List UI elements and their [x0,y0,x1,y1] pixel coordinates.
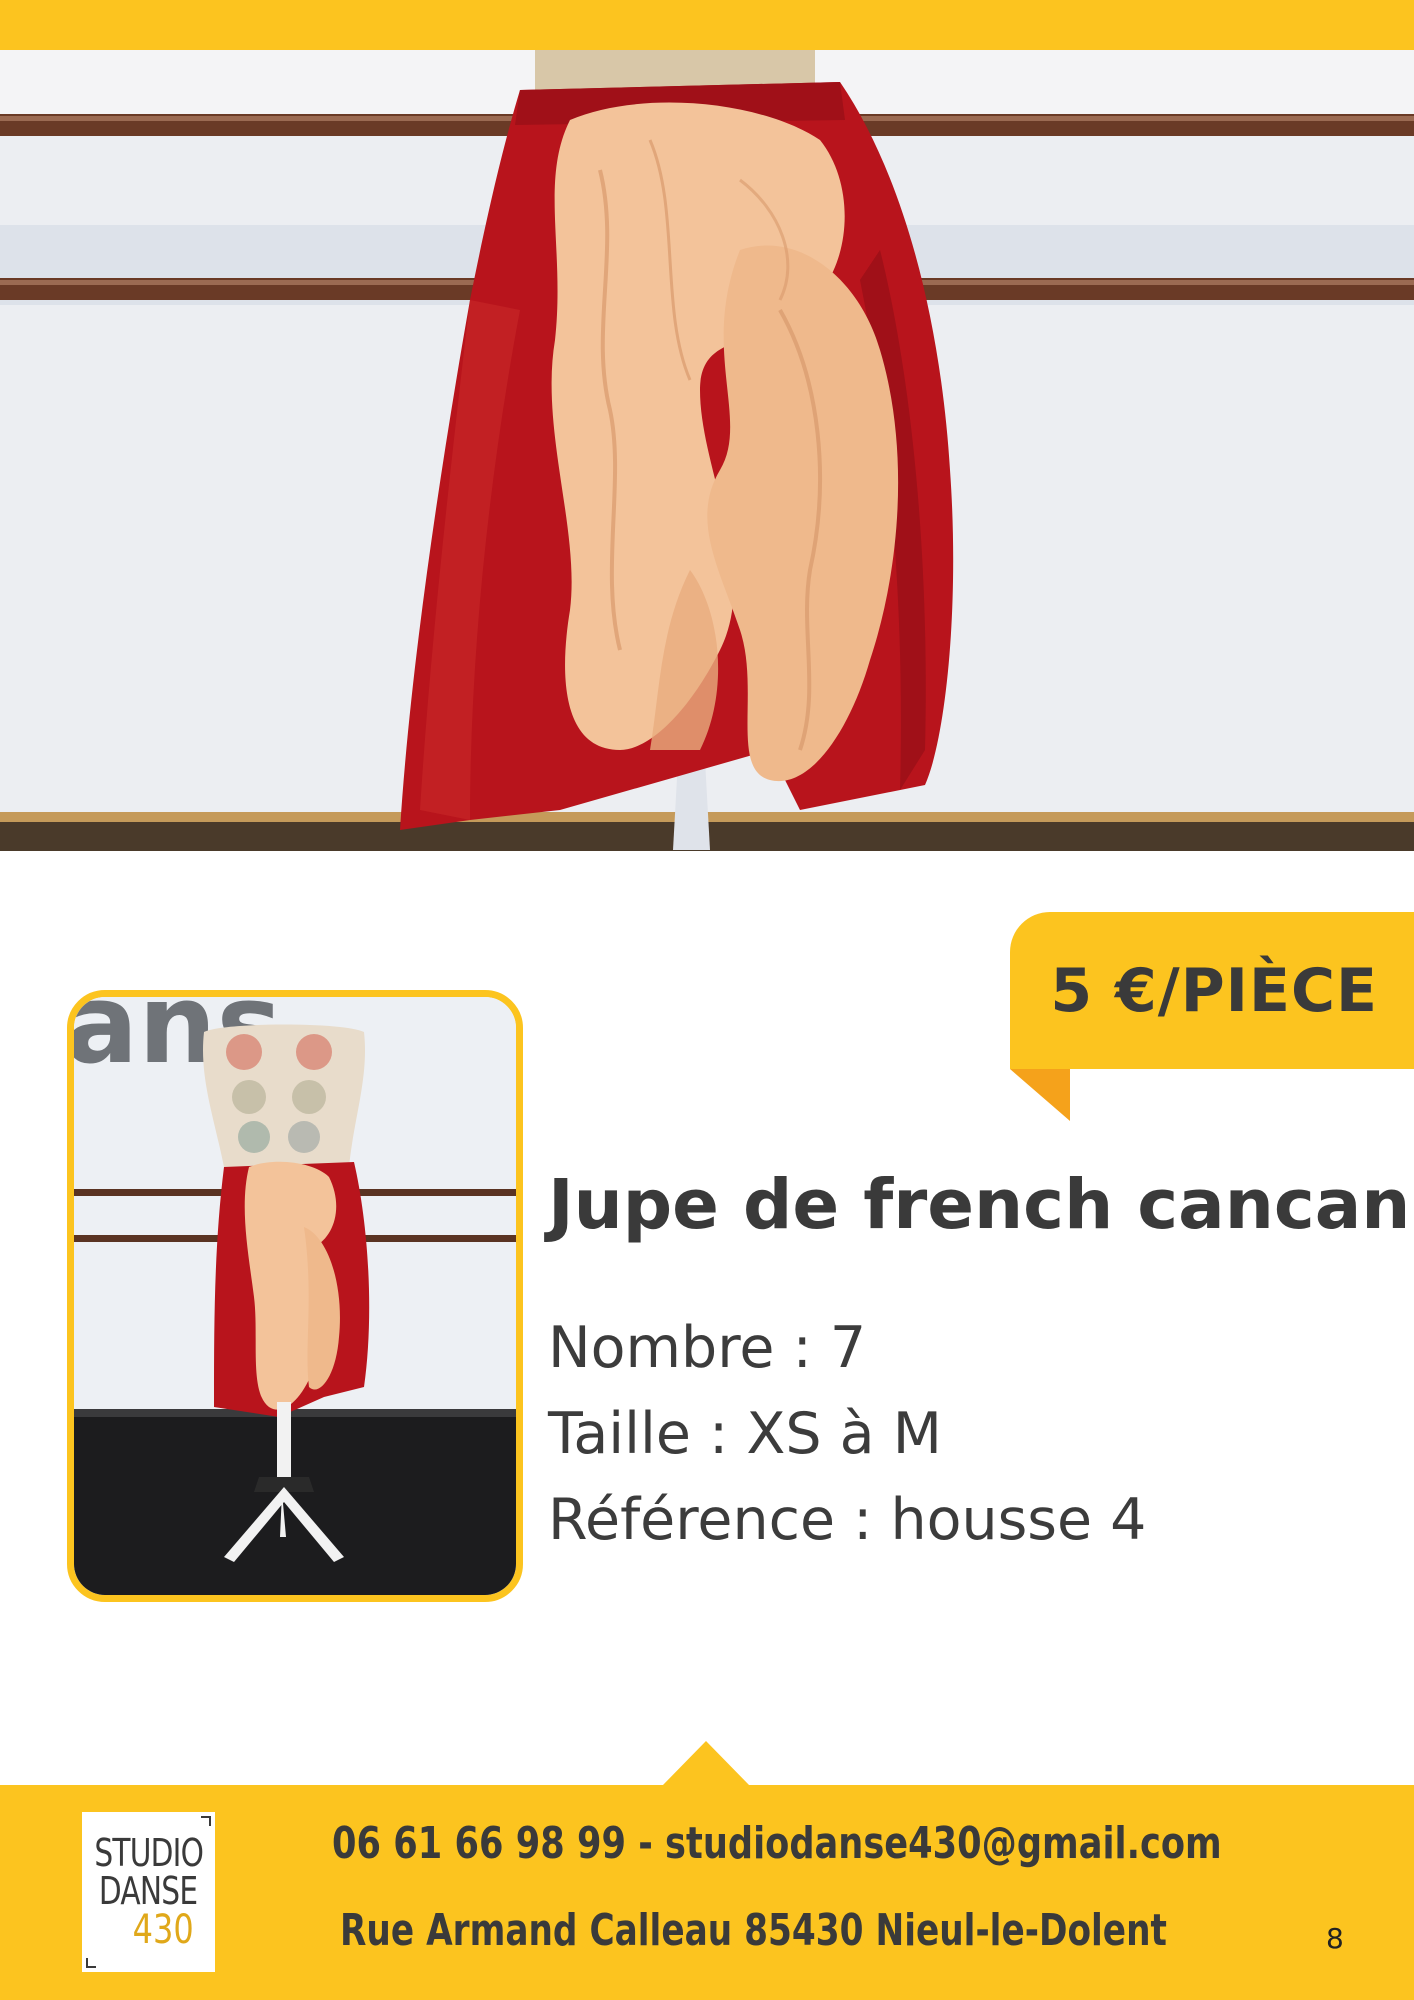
logo-corner-mark [201,1816,211,1826]
top-accent-bar [0,0,1414,50]
quantity-line: Nombre : 7 [548,1315,867,1381]
logo-line-number: 430 [132,1907,194,1953]
studio-logo: STUDIO DANSE 430 [82,1812,215,1972]
contact-line: 06 61 66 98 99 - studiodanse430@gmail.co… [332,1818,1222,1869]
logo-line-danse: DANSE [99,1869,198,1913]
product-details: Nombre : 7 Taille : XS à M Référence : h… [548,1305,1146,1563]
price-tag-fold [1010,1069,1070,1121]
logo-line-studio: STUDIO [94,1831,204,1875]
address-line: Rue Armand Calleau 85430 Nieul-le-Dolent [340,1905,1167,1956]
hero-photo [0,50,1414,851]
page-number: 8 [1326,1922,1344,1955]
size-line: Taille : XS à M [548,1401,942,1467]
thumbnail-photo: ans [67,990,523,1602]
price-label: 5 €/PIÈCE [1050,955,1378,1026]
footer-notch [662,1741,750,1786]
logo-corner-mark [86,1958,96,1968]
price-tag: 5 €/PIÈCE [1010,912,1414,1069]
reference-line: Référence : housse 4 [548,1487,1147,1553]
product-title: Jupe de french cancan [548,1165,1411,1245]
